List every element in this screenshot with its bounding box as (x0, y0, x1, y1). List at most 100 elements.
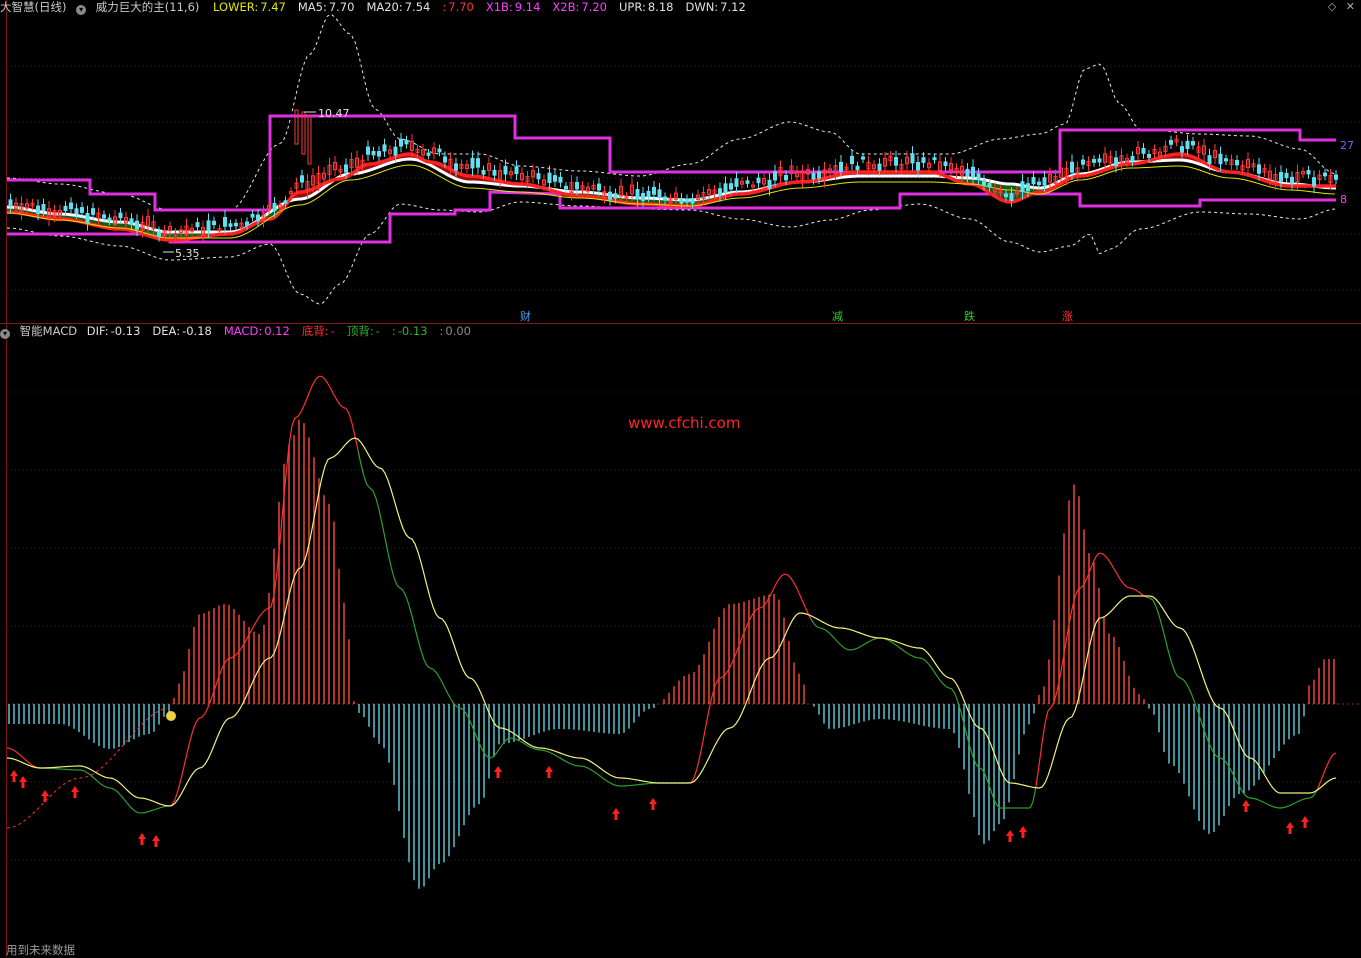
dif-line (448, 694, 451, 699)
candle-body (719, 189, 722, 196)
dif-line (937, 676, 940, 680)
dif-line (262, 610, 265, 613)
candle-body (933, 158, 936, 160)
candle-body (246, 222, 249, 225)
dif-line (421, 651, 424, 660)
buy-arrow-icon (1242, 800, 1250, 812)
dif-line (793, 581, 796, 586)
dif-line (898, 647, 901, 649)
dif-line (787, 575, 790, 577)
dif-line (190, 730, 193, 741)
dif-line (1132, 588, 1135, 589)
candle-body (878, 164, 881, 170)
dif-line (100, 783, 103, 785)
candle-body (378, 152, 381, 157)
indicator-value: 7.47 (260, 0, 286, 14)
candle-body (576, 183, 579, 189)
buy-arrow-icon (1301, 816, 1309, 828)
candle-body (81, 208, 84, 213)
candle-body (477, 159, 480, 167)
indicator-value: 7.70 (329, 0, 355, 14)
dif-line (346, 408, 349, 413)
dif-line (1147, 597, 1150, 598)
buy-arrow-icon (1006, 830, 1014, 842)
dif-line (1297, 801, 1300, 802)
candle-body (1291, 177, 1294, 183)
indicator-value: -0.18 (182, 324, 212, 338)
indicator-label: 底背: (302, 324, 329, 338)
dif-line (781, 574, 784, 576)
right-top-label: 27 (1340, 139, 1354, 152)
indicator-label: DWN: (685, 0, 718, 14)
dif-line (124, 799, 127, 803)
right-bottom-label: 8 (1340, 193, 1347, 206)
dif-line (328, 384, 331, 389)
candle-body (757, 178, 760, 183)
dif-line (1042, 724, 1045, 744)
buy-arrow-icon (612, 808, 620, 820)
dif-line (985, 774, 988, 782)
dif-line (703, 725, 706, 741)
candle-body (455, 164, 458, 170)
indicator-name[interactable]: 威力巨大的主(11,6) (96, 0, 200, 14)
dif-line (802, 600, 805, 607)
indicator-item: MA5:7.70 (298, 0, 361, 14)
dif-line (118, 792, 121, 795)
dif-line (832, 636, 835, 639)
dif-line (427, 666, 430, 668)
dif-line (1324, 765, 1327, 772)
diamond-icon[interactable]: ◇ (1328, 0, 1336, 13)
indicator-item: :0.00 (440, 324, 477, 338)
dif-line (568, 763, 571, 764)
buy-arrow-icon (545, 766, 553, 778)
dif-line (334, 395, 337, 400)
dif-line (136, 812, 139, 813)
price-chart[interactable]: 10.475.35278 (0, 14, 1361, 323)
candle-body (438, 149, 441, 152)
dif-line (250, 627, 253, 633)
dif-line (835, 639, 838, 642)
dif-line (1177, 676, 1180, 678)
candle-body (983, 180, 986, 185)
dif-line (439, 677, 442, 682)
dif-line (799, 593, 802, 600)
indicator-item: X1B:9.14 (486, 0, 547, 14)
dif-line (373, 491, 376, 499)
macd-name[interactable]: 智能MACD (20, 324, 77, 338)
dif-line (565, 761, 568, 763)
dif-line (325, 379, 328, 383)
dif-line (1105, 556, 1108, 560)
dif-line (892, 642, 895, 644)
dif-line (796, 587, 799, 593)
dif-line (28, 762, 31, 764)
candle-body (724, 184, 727, 193)
dif-line (847, 649, 850, 650)
dif-line (859, 646, 862, 648)
close-icon[interactable]: ✕ (1346, 0, 1355, 13)
dif-line (697, 756, 700, 769)
candle-body (1131, 157, 1134, 161)
candle-body (1324, 173, 1327, 176)
candle-body (9, 200, 12, 206)
candle-body (213, 221, 216, 224)
dif-line (862, 644, 865, 646)
dif-line (955, 694, 958, 702)
candle-body (383, 145, 386, 151)
candle-body (1186, 141, 1189, 148)
dif-line (1183, 679, 1186, 683)
dif-line (1195, 703, 1198, 712)
dif-line (304, 398, 307, 405)
candle-body (229, 224, 232, 226)
dif-line (505, 739, 508, 742)
indicator-label: UPR: (619, 0, 646, 14)
dif-line (151, 810, 154, 811)
candle-body (554, 176, 557, 182)
candle-body (251, 214, 254, 217)
dif-line (94, 778, 97, 781)
candle-body (130, 219, 133, 225)
dif-line (289, 426, 292, 446)
dif-line (1033, 786, 1036, 802)
dif-line (1330, 755, 1333, 759)
candle-body (944, 162, 947, 166)
buy-arrow-icon (152, 835, 160, 847)
